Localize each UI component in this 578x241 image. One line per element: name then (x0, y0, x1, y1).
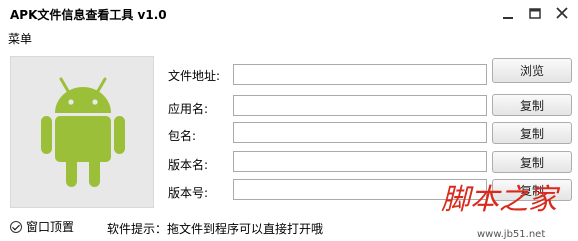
menu-item-main[interactable]: 菜单 (8, 32, 32, 46)
app-name-label: 应用名: (168, 102, 209, 116)
always-on-top-toggle[interactable]: 窗口顶置 (10, 218, 74, 235)
version-name-label: 版本名: (168, 158, 209, 172)
minimize-icon[interactable] (497, 4, 519, 24)
window-title: APK文件信息查看工具 v1.0 (10, 8, 167, 22)
watermark-url: www.jb51.net (477, 229, 545, 240)
title-bar: APK文件信息查看工具 v1.0 (0, 0, 578, 28)
site-watermark-logo: 脚本之家 www.jb51.net (441, 182, 561, 240)
watermark-text: 脚本之家 (441, 182, 561, 216)
file-path-input[interactable] (233, 64, 487, 85)
close-icon[interactable] (551, 4, 573, 24)
copy-app-name-button[interactable]: 复制 (492, 94, 572, 116)
android-robot-icon (41, 77, 125, 187)
package-name-input[interactable] (233, 122, 487, 143)
version-code-label: 版本号: (168, 186, 209, 200)
tip-text: 软件提示：拖文件到程序可以直接打开哦 (107, 222, 324, 236)
always-on-top-label: 窗口顶置 (26, 220, 75, 234)
app-icon-preview (10, 56, 154, 208)
copy-package-name-button[interactable]: 复制 (492, 122, 572, 144)
package-name-label: 包名: (168, 129, 197, 143)
app-name-input[interactable] (233, 95, 487, 116)
menu-bar: 菜单 (8, 30, 32, 47)
check-icon[interactable] (10, 220, 22, 233)
browse-button[interactable]: 浏览 (492, 58, 572, 83)
file-path-label: 文件地址: (168, 69, 221, 83)
maximize-icon[interactable] (524, 4, 546, 24)
